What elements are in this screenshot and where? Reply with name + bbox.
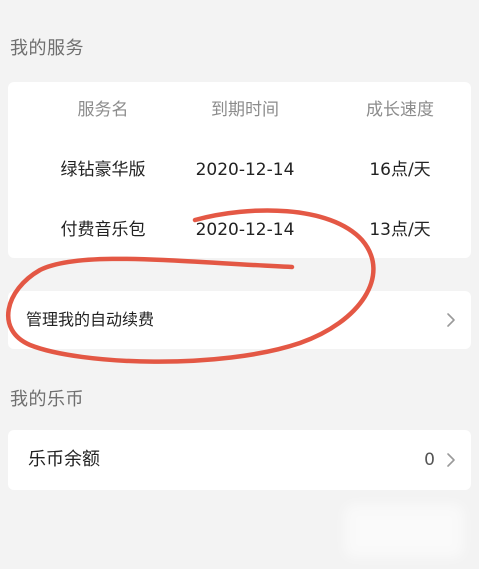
table-row: 付费音乐包 2020-12-14 13点/天 xyxy=(8,210,471,250)
manage-auto-renewal-label: 管理我的自动续费 xyxy=(26,310,155,329)
table-row: 绿钻豪华版 2020-12-14 16点/天 xyxy=(8,150,471,190)
chevron-right-icon xyxy=(447,313,455,327)
my-coins-title: 我的乐币 xyxy=(10,389,84,410)
services-table-card: 服务名 到期时间 成长速度 绿钻豪华版 2020-12-14 16点/天 付费音… xyxy=(8,82,471,258)
services-table-header: 服务名 到期时间 成长速度 xyxy=(8,90,471,130)
coin-balance-value: 0 xyxy=(424,450,435,470)
manage-auto-renewal-row[interactable]: 管理我的自动续费 xyxy=(8,291,471,349)
coin-balance-label: 乐币余额 xyxy=(28,449,100,470)
expiry-date: 2020-12-14 xyxy=(195,220,295,240)
manage-auto-renewal-button[interactable]: 管理我的自动续费 xyxy=(8,291,471,349)
header-service-name: 服务名 xyxy=(77,100,129,120)
service-name: 绿钻豪华版 xyxy=(60,160,146,180)
growth-speed: 13点/天 xyxy=(369,220,431,240)
my-services-title: 我的服务 xyxy=(10,38,84,59)
coin-balance-button[interactable]: 乐币余额 0 xyxy=(8,430,471,490)
growth-speed: 16点/天 xyxy=(369,160,431,180)
watermark-blur xyxy=(344,504,464,558)
expiry-date: 2020-12-14 xyxy=(195,160,295,180)
service-name: 付费音乐包 xyxy=(60,220,146,240)
header-growth-speed: 成长速度 xyxy=(366,100,434,120)
header-expiry-date: 到期时间 xyxy=(211,100,279,120)
chevron-right-icon xyxy=(447,453,455,467)
coin-balance-row[interactable]: 乐币余额 0 xyxy=(8,430,471,490)
